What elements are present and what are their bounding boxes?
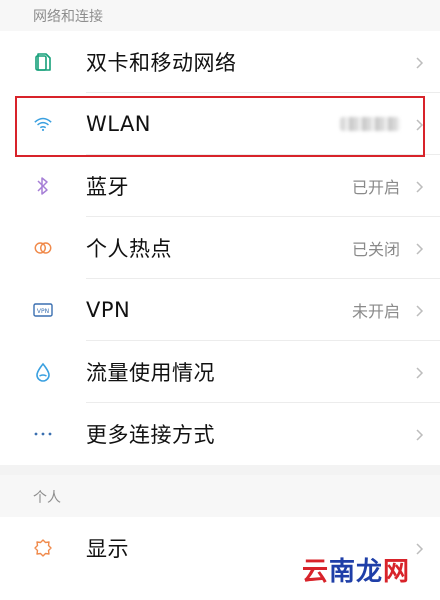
settings-row-bluetooth[interactable]: 蓝牙 已开启	[0, 155, 440, 217]
settings-row-hotspot[interactable]: 个人热点 已关闭	[0, 217, 440, 279]
settings-row-more-connections[interactable]: 更多连接方式	[0, 403, 440, 465]
svg-text:VPN: VPN	[37, 308, 49, 315]
watermark-char: 龙	[355, 557, 383, 587]
row-label: VPN	[86, 298, 131, 322]
row-value: 未开启	[351, 302, 400, 321]
row-value: 已关闭	[351, 240, 400, 259]
section-title: 个人	[33, 490, 61, 506]
settings-row-wlan[interactable]: WLAN	[0, 93, 440, 155]
row-label: 蓝牙	[86, 175, 129, 199]
row-value: 已开启	[351, 178, 400, 197]
row-label: 双卡和移动网络	[86, 51, 237, 75]
watermark-char: 云	[301, 557, 329, 587]
chevron-right-icon	[412, 117, 426, 131]
row-label: WLAN	[86, 112, 152, 136]
settings-row-data-usage[interactable]: 流量使用情况	[0, 341, 440, 403]
row-label: 更多连接方式	[86, 423, 215, 447]
wlan-network-name-redacted	[340, 117, 400, 131]
hotspot-icon	[33, 238, 53, 258]
bluetooth-icon	[33, 176, 53, 196]
settings-row-vpn[interactable]: VPN VPN 未开启	[0, 279, 440, 341]
row-label: 个人热点	[86, 237, 172, 261]
watermark-char: 南	[328, 557, 356, 587]
chevron-right-icon	[412, 303, 426, 317]
sim-card-icon	[33, 52, 53, 72]
section-title: 网络和连接	[33, 8, 103, 25]
wifi-icon	[33, 114, 53, 134]
chevron-right-icon	[412, 179, 426, 193]
vpn-icon: VPN	[33, 300, 53, 320]
section-header-personal: 个人	[0, 465, 440, 517]
chevron-right-icon	[412, 427, 426, 441]
row-label: 流量使用情况	[86, 361, 215, 385]
data-usage-icon	[33, 362, 53, 382]
site-watermark: 云 南 龙 网	[302, 551, 410, 588]
display-icon	[33, 538, 53, 558]
chevron-right-icon	[412, 541, 426, 555]
more-icon	[33, 424, 53, 444]
settings-row-dual-sim[interactable]: 双卡和移动网络	[0, 31, 440, 93]
chevron-right-icon	[412, 55, 426, 69]
row-label: 显示	[86, 537, 129, 561]
watermark-char: 网	[382, 557, 410, 587]
section-header-network: 网络和连接	[0, 0, 440, 31]
chevron-right-icon	[412, 365, 426, 379]
chevron-right-icon	[412, 241, 426, 255]
